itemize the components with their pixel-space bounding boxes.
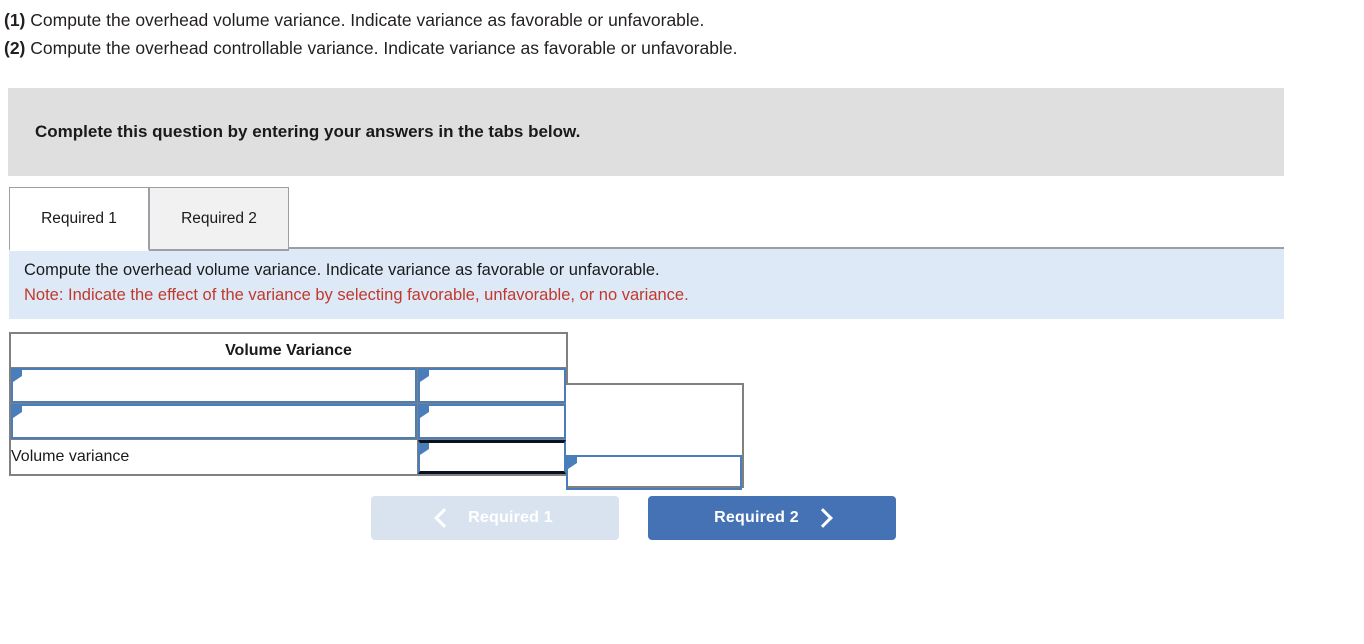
- row1-value-cell[interactable]: [417, 367, 568, 404]
- next-required-2-button[interactable]: Required 2: [648, 496, 896, 540]
- tab-required-2-label: Required 2: [181, 209, 257, 227]
- dropdown-marker-icon: [13, 406, 22, 418]
- row1-value-input[interactable]: [418, 368, 566, 403]
- dropdown-marker-icon: [420, 406, 429, 418]
- effect-column: [566, 383, 744, 490]
- complete-question-banner: Complete this question by entering your …: [8, 88, 1284, 176]
- tab-required-1[interactable]: Required 1: [9, 187, 149, 251]
- tab-required-2[interactable]: Required 2: [149, 187, 289, 251]
- row2-value-cell[interactable]: [417, 403, 568, 440]
- prompt-number-1: (1): [4, 10, 26, 30]
- dropdown-marker-icon: [13, 370, 22, 382]
- table-row: [9, 403, 568, 440]
- previous-required-1-button[interactable]: Required 1: [371, 496, 619, 540]
- table-header-row: Volume Variance: [9, 332, 568, 368]
- task-instruction-panel: Compute the overhead volume variance. In…: [9, 249, 1284, 319]
- row1-label-cell[interactable]: [9, 367, 418, 404]
- question-prompt: (1) Compute the overhead volume variance…: [0, 0, 1364, 62]
- row3-effect-input[interactable]: [566, 455, 742, 490]
- row2-label-input[interactable]: [11, 404, 417, 439]
- row3-value-cell[interactable]: [417, 439, 568, 476]
- row2-value-input[interactable]: [418, 404, 566, 439]
- row3-label-cell: Volume variance: [9, 439, 418, 476]
- complete-question-banner-text: Complete this question by entering your …: [35, 122, 581, 141]
- dropdown-marker-icon: [420, 370, 429, 382]
- task-instruction-text: Compute the overhead volume variance. In…: [24, 261, 660, 279]
- prompt-line-1: (1) Compute the overhead volume variance…: [4, 6, 1364, 34]
- previous-required-1-label: Required 1: [468, 509, 553, 526]
- table-header-volume-variance: Volume Variance: [9, 332, 568, 368]
- dropdown-marker-icon: [568, 457, 577, 469]
- row2-label-cell[interactable]: [9, 403, 418, 440]
- prompt-line-2: (2) Compute the overhead controllable va…: [4, 34, 1364, 62]
- row1-label-input[interactable]: [11, 368, 417, 403]
- prompt-text-2: Compute the overhead controllable varian…: [25, 38, 738, 58]
- row3-value-input[interactable]: [418, 440, 566, 474]
- navigation-buttons: Required 1 Required 2: [371, 496, 1364, 540]
- prompt-number-2: (2): [4, 38, 26, 58]
- volume-variance-table: Volume Variance Volume variance: [9, 332, 568, 476]
- task-instruction-note: Note: Indicate the effect of the varianc…: [24, 286, 689, 304]
- chevron-left-icon: [434, 508, 455, 528]
- next-required-2-label: Required 2: [714, 509, 799, 526]
- prompt-text-1: Compute the overhead volume variance. In…: [25, 10, 705, 30]
- table-row: Volume variance: [9, 439, 568, 476]
- table-row: [9, 367, 568, 404]
- tab-strip: Required 1 Required 2: [9, 183, 1284, 251]
- tab-required-1-label: Required 1: [41, 209, 117, 227]
- chevron-right-icon: [812, 508, 833, 528]
- dropdown-marker-icon: [420, 443, 429, 455]
